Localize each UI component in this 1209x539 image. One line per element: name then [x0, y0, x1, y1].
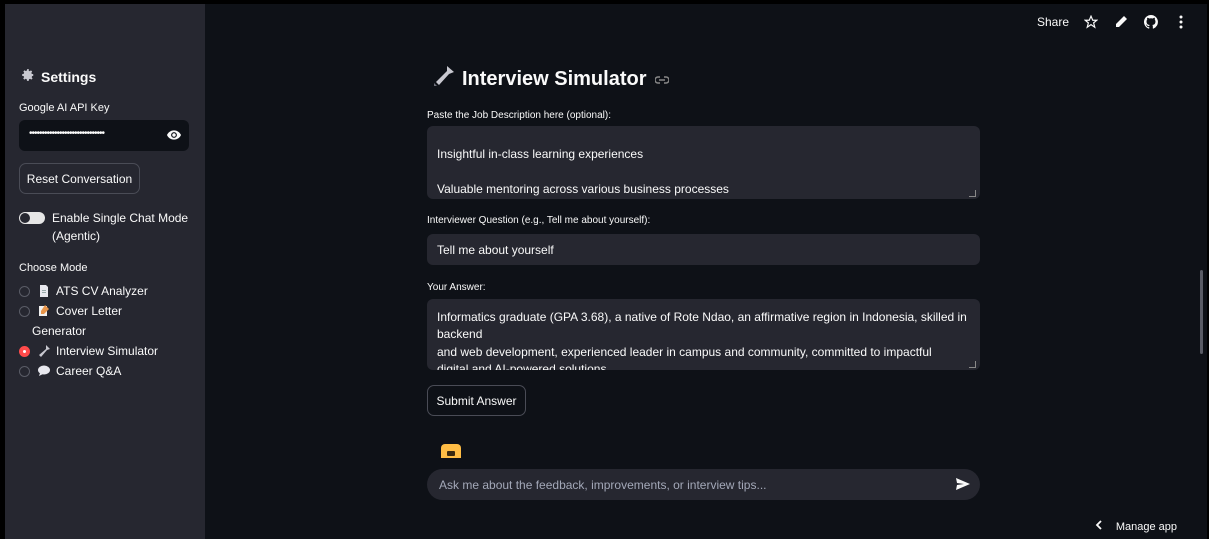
manage-app-label: Manage app: [1115, 520, 1177, 533]
reset-conversation-button[interactable]: Reset Conversation: [19, 163, 140, 194]
manage-app-button[interactable]: Manage app: [1095, 520, 1177, 533]
mode-label: ATS CV Analyzer: [56, 284, 148, 298]
textarea-line: Valuable mentoring across various busine…: [437, 182, 729, 196]
question-value: Tell me about yourself: [437, 243, 554, 257]
mode-label-line2: Generator: [32, 324, 87, 338]
answer-label: Your Answer:: [427, 282, 486, 293]
link-icon[interactable]: [653, 68, 670, 91]
mode-option-cover-letter[interactable]: Cover Letter Generator: [19, 304, 122, 341]
textarea-line: digital and AI‑powered solutions: [437, 362, 607, 370]
textarea-line: backend: [437, 327, 483, 341]
toggle-label: Enable Single Chat Mode (Agentic): [52, 209, 202, 245]
document-icon: [38, 285, 50, 297]
api-key-input[interactable]: ••••••••••••••••••••••••••••••: [19, 120, 189, 151]
radio-button[interactable]: [19, 306, 30, 317]
textarea-line: Informatics graduate (GPA 3.68), a nativ…: [437, 310, 967, 324]
sidebar-title-text: Settings: [41, 68, 97, 85]
memo-icon: [38, 305, 50, 317]
eye-icon[interactable]: [167, 128, 181, 146]
scrollbar[interactable]: [1200, 270, 1203, 354]
gear-icon: [21, 68, 35, 85]
resize-handle[interactable]: [969, 190, 976, 197]
job-description-textarea[interactable]: Insightful in-class learning experiences…: [427, 126, 980, 199]
microphone-icon: [432, 66, 454, 92]
submit-answer-button[interactable]: Submit Answer: [427, 385, 526, 416]
send-icon[interactable]: [956, 478, 970, 493]
github-icon[interactable]: [1143, 14, 1159, 30]
speech-bubble-icon: [38, 365, 50, 377]
toggle-label-line2: (Agentic): [52, 229, 101, 243]
api-key-value: ••••••••••••••••••••••••••••••: [29, 128, 105, 139]
mode-option-interview[interactable]: Interview Simulator: [19, 344, 158, 358]
share-button[interactable]: Share: [1037, 15, 1069, 29]
sidebar-title: Settings: [21, 68, 96, 85]
main-content: Share Interview Simulator Paste the Job …: [205, 4, 1207, 539]
more-vertical-icon[interactable]: [1173, 14, 1189, 30]
textarea-line: and web development, experienced leader …: [437, 345, 932, 359]
chevron-left-icon: [1095, 520, 1102, 533]
mode-label: Cover Letter: [56, 304, 123, 318]
resize-handle[interactable]: [969, 361, 976, 368]
job-description-label: Paste the Job Description here (optional…: [427, 110, 611, 121]
textarea-line: Insightful in-class learning experiences: [437, 147, 644, 161]
choose-mode-label: Choose Mode: [19, 262, 88, 274]
mode-label-wrap: Cover Letter Generator: [32, 301, 123, 341]
app-window: Settings Google AI API Key •••••••••••••…: [5, 4, 1207, 539]
question-label: Interviewer Question (e.g., Tell me abou…: [427, 215, 651, 226]
single-chat-mode-toggle[interactable]: [19, 212, 45, 224]
radio-button[interactable]: [19, 286, 30, 297]
mode-label: Interview Simulator: [56, 344, 159, 358]
top-toolbar: Share: [1037, 14, 1189, 30]
chat-placeholder: Ask me about the feedback, improvements,…: [439, 478, 767, 492]
mode-option-ats[interactable]: ATS CV Analyzer: [19, 284, 148, 298]
question-input[interactable]: Tell me about yourself: [427, 234, 980, 265]
answer-textarea[interactable]: Informatics graduate (GPA 3.68), a nativ…: [427, 299, 980, 370]
sidebar: Settings Google AI API Key •••••••••••••…: [5, 4, 205, 539]
toggle-label-line1: Enable Single Chat Mode: [52, 211, 189, 225]
assistant-avatar: [441, 444, 461, 458]
api-key-label: Google AI API Key: [19, 102, 110, 114]
pencil-icon[interactable]: [1113, 14, 1129, 30]
page-title-text: Interview Simulator: [462, 67, 647, 90]
radio-button-selected[interactable]: [19, 346, 30, 357]
microphone-icon: [38, 345, 50, 357]
mode-option-career-qa[interactable]: Career Q&A: [19, 364, 121, 378]
radio-button[interactable]: [19, 366, 30, 377]
mode-label: Career Q&A: [56, 364, 122, 378]
page-title: Interview Simulator: [432, 66, 670, 92]
chat-input[interactable]: Ask me about the feedback, improvements,…: [427, 469, 980, 500]
star-icon[interactable]: [1083, 14, 1099, 30]
toggle-knob: [20, 213, 30, 223]
